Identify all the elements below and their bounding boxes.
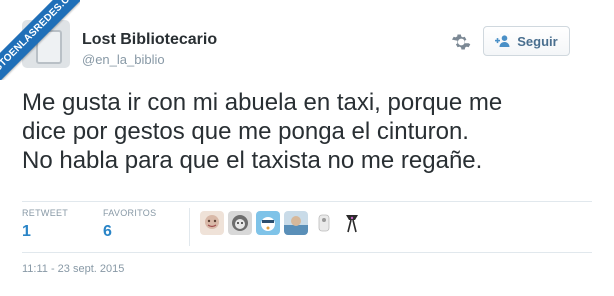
tweet-line: Me gusta ir con mi abuela en taxi, porqu…: [22, 89, 503, 116]
follow-button-label: Seguir: [517, 33, 558, 49]
favoriter-avatar[interactable]: [200, 211, 224, 235]
retweet-label: RETWEET: [22, 208, 69, 218]
retweet-count: 1: [22, 223, 31, 240]
add-user-icon: [495, 35, 510, 47]
divider: [22, 201, 592, 202]
author-display-name[interactable]: Lost Bibliotecario: [82, 31, 217, 49]
favoriter-avatar[interactable]: [284, 211, 308, 235]
gear-icon[interactable]: [451, 32, 471, 52]
tweet-text: Me gusta ir con mi abuela en taxi, porqu…: [22, 88, 597, 175]
favorites-count: 6: [103, 223, 112, 240]
follow-button[interactable]: Seguir: [483, 26, 570, 56]
favoriter-avatar[interactable]: [256, 211, 280, 235]
favoriters-list: [200, 211, 364, 235]
tweet-card: VISTOENLASREDES.COM Lost Bibliotecario @…: [0, 0, 614, 296]
favoriter-avatar[interactable]: [228, 211, 252, 235]
author-username[interactable]: @en_la_biblio: [82, 52, 165, 67]
favorites-label: FAVORITOS: [103, 208, 157, 218]
favoriter-avatar[interactable]: [312, 211, 336, 235]
favoriter-avatar[interactable]: [340, 211, 364, 235]
tweet-timestamp[interactable]: 11:11 - 23 sept. 2015: [22, 263, 124, 275]
tweet-line: dice por gestos que me ponga el cinturon…: [22, 118, 469, 145]
favorites-stat[interactable]: FAVORITOS 6: [103, 208, 156, 241]
divider: [22, 252, 592, 253]
watermark-ribbon: VISTOENLASREDES.COM: [0, 0, 80, 80]
watermark-text: VISTOENLASREDES.COM: [0, 0, 80, 80]
tweet-line: No habla para que el taxista no me regañ…: [22, 147, 483, 174]
retweet-stat[interactable]: RETWEET 1: [22, 208, 68, 241]
stat-separator: [189, 208, 190, 246]
